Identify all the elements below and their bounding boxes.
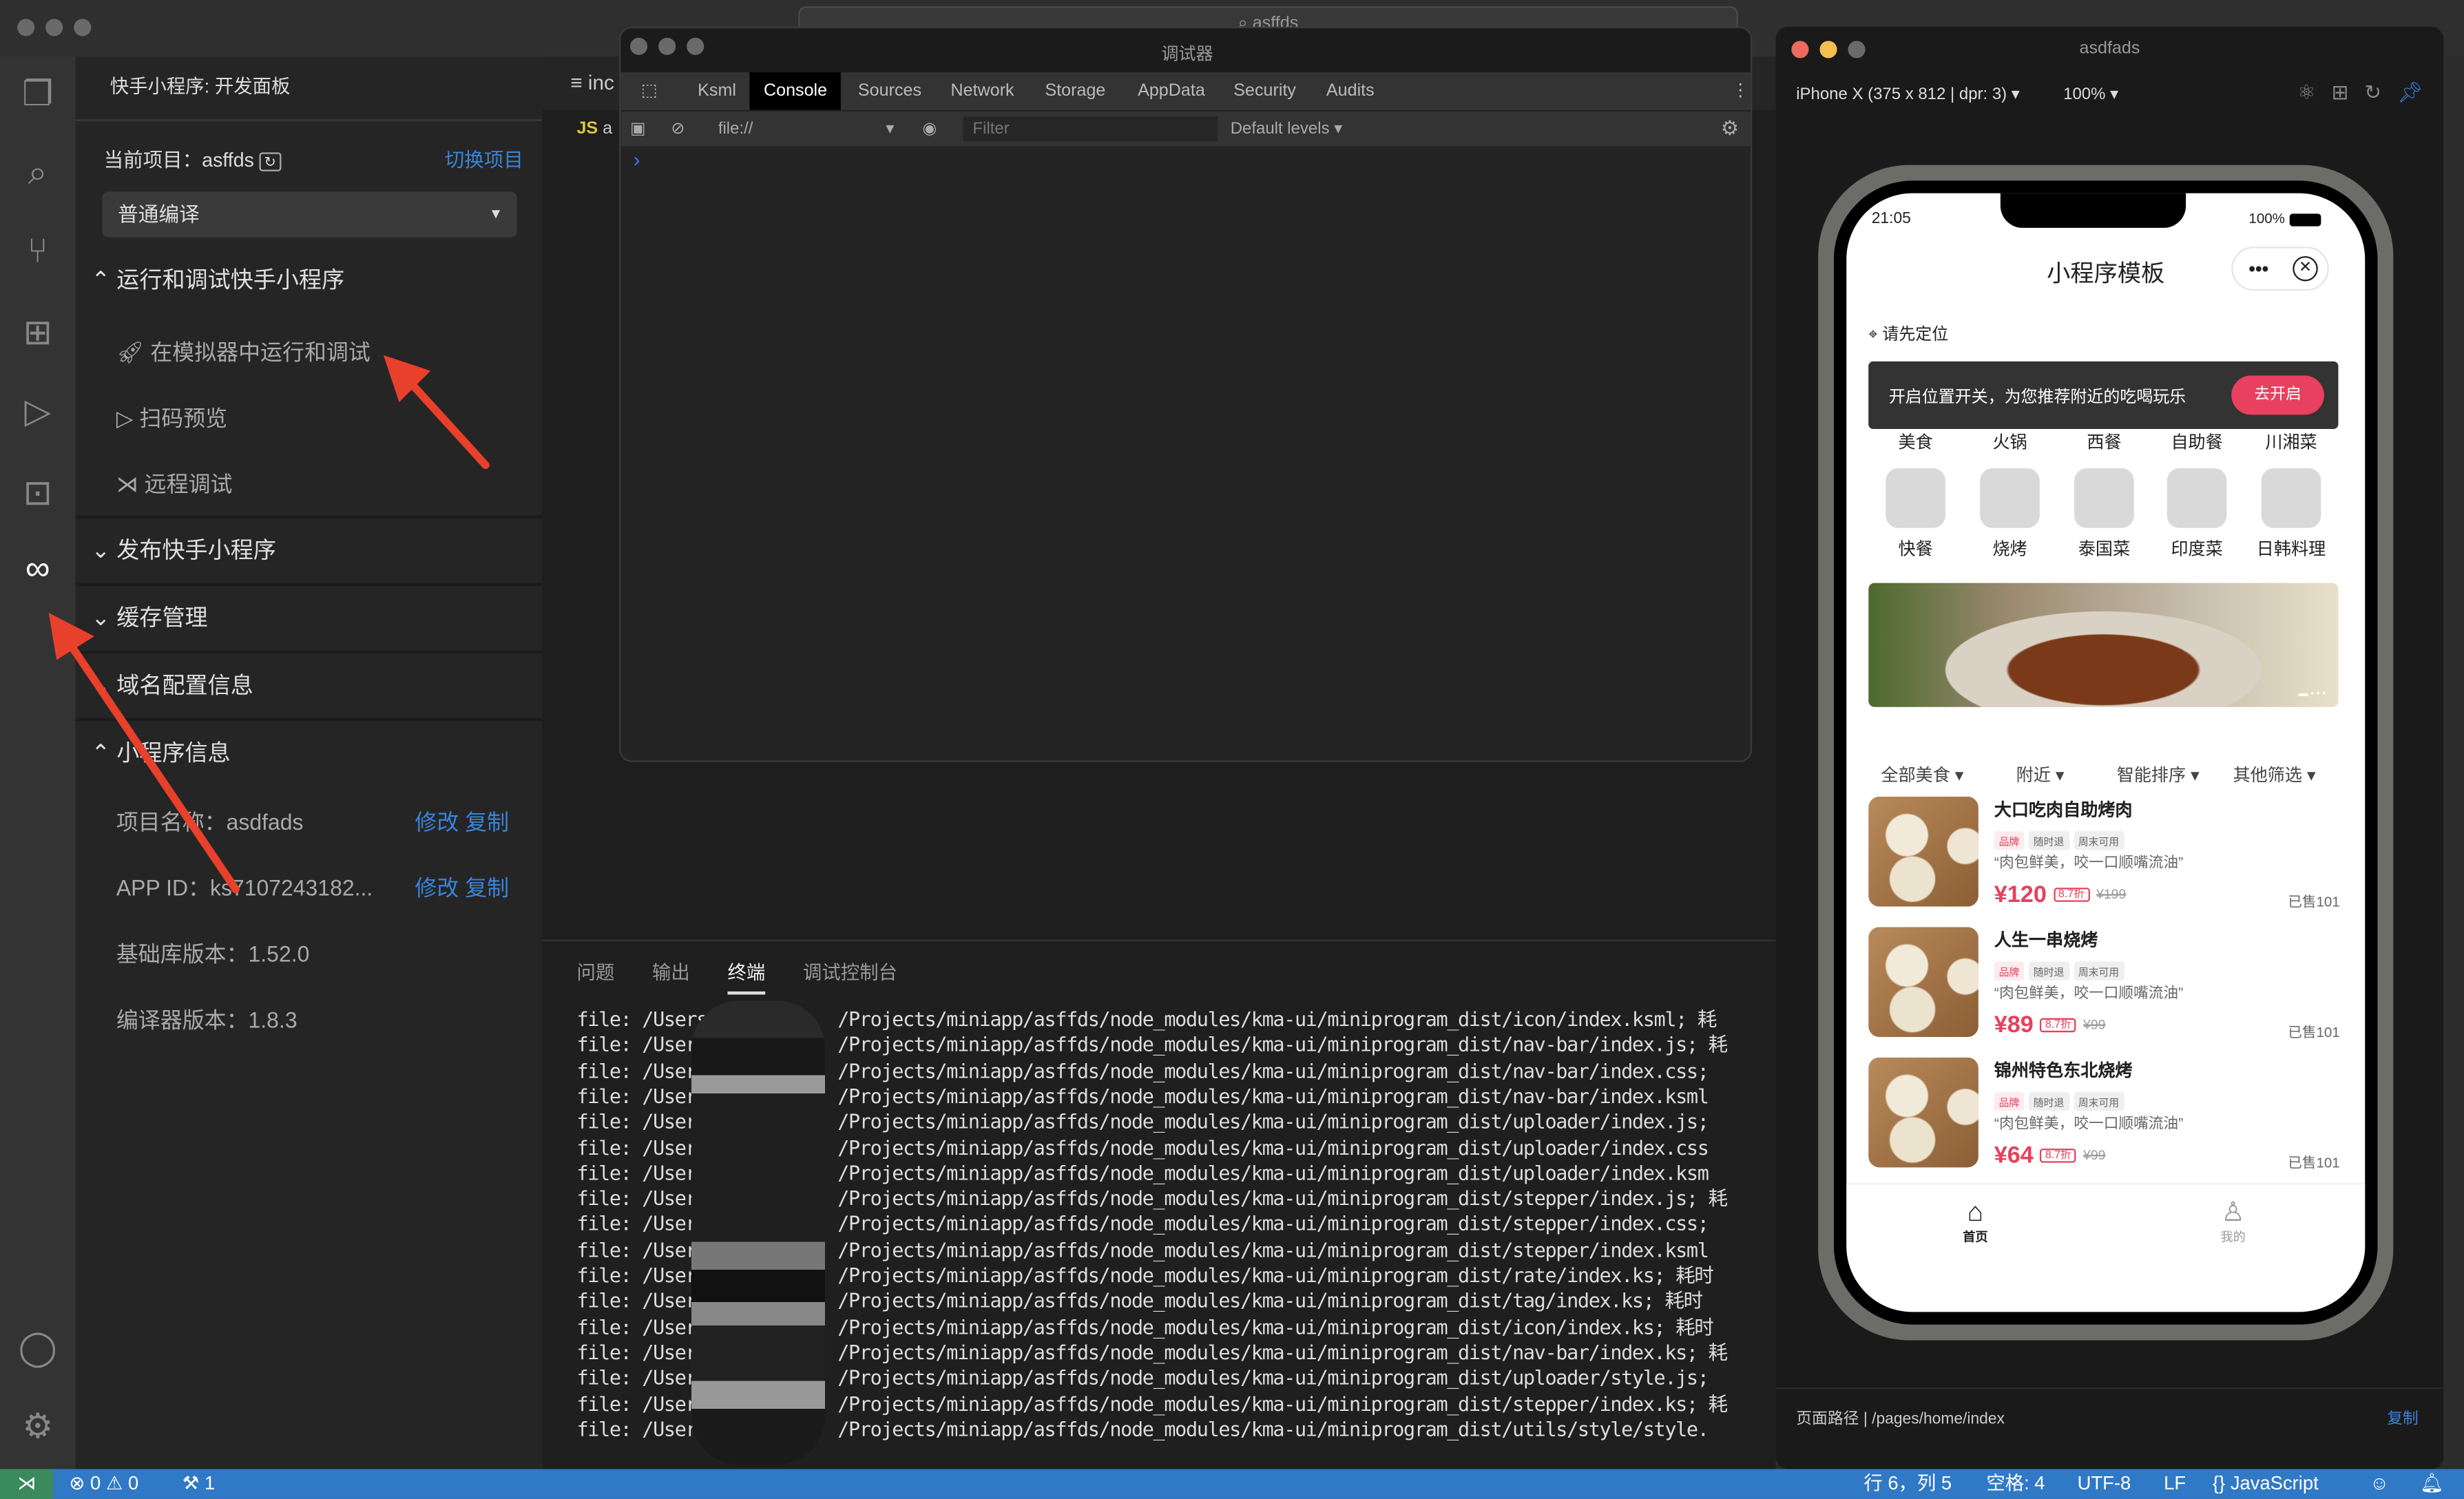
- red-arrow-run-debug: [383, 355, 490, 470]
- red-arrow-devtools-icon: [48, 612, 240, 894]
- annotation-arrows: [48, 355, 490, 894]
